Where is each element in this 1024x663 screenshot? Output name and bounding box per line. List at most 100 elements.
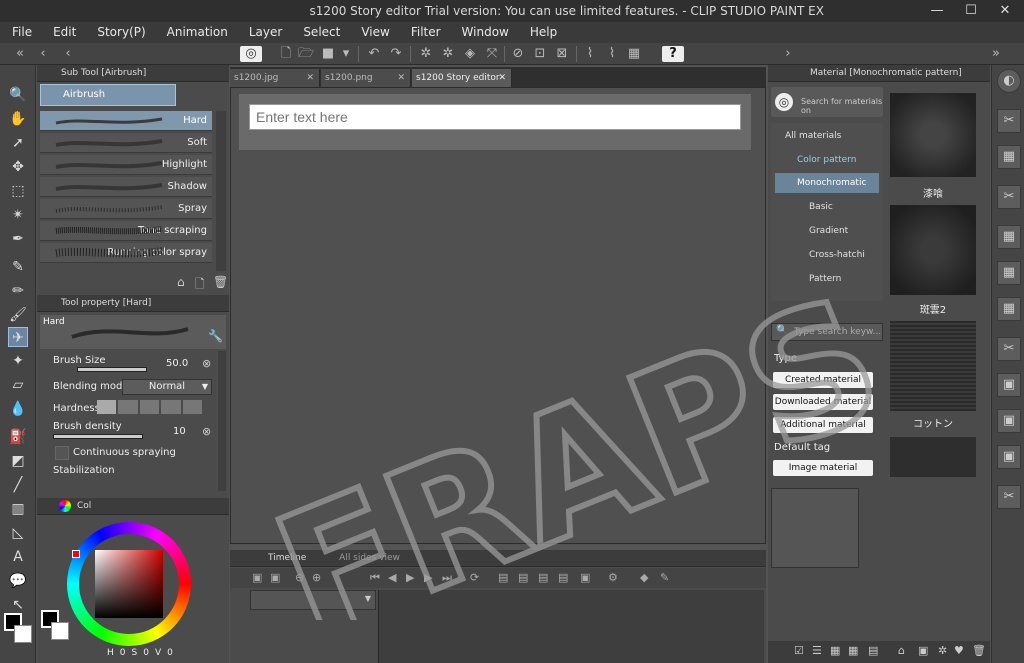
loop-icon[interactable]: ⟳ bbox=[470, 571, 479, 584]
frame-border-icon[interactable]: ▥ bbox=[8, 499, 28, 519]
material-3d-icon[interactable]: ▣ bbox=[997, 445, 1021, 469]
correct-line-icon[interactable]: ↖ bbox=[8, 595, 28, 615]
hardness-preset[interactable] bbox=[139, 400, 160, 414]
onion-skin-icon[interactable]: ▤ bbox=[538, 571, 548, 584]
material-color-icon[interactable]: ▦ bbox=[997, 225, 1021, 249]
help-icon[interactable]: ? bbox=[662, 46, 684, 62]
material-brush-icon[interactable]: ✂ bbox=[997, 337, 1021, 361]
brush-hard[interactable]: Hard bbox=[40, 111, 212, 131]
tab-s1200-jpg[interactable]: s1200.jpg ✕ bbox=[230, 69, 320, 87]
tree-basic[interactable]: Basic bbox=[809, 202, 833, 212]
brush-running-color-spray[interactable]: Running color spray bbox=[40, 243, 212, 263]
key-edit-icon[interactable]: ✎ bbox=[660, 571, 669, 584]
menu-edit[interactable]: Edit bbox=[41, 22, 85, 43]
maximize-button[interactable]: ☐ bbox=[954, 0, 988, 22]
tree-all-materials[interactable]: All materials bbox=[785, 131, 841, 141]
new-animation-cel-icon[interactable]: ▤ bbox=[498, 571, 508, 584]
favorite-icon[interactable]: ♥ bbox=[954, 644, 964, 657]
menu-animation[interactable]: Animation bbox=[155, 22, 237, 43]
hardness-preset[interactable] bbox=[182, 400, 203, 414]
airbrush-tool-icon[interactable]: ✈ bbox=[8, 327, 28, 347]
operation-tool-icon[interactable]: ➚ bbox=[8, 133, 28, 153]
continuous-spraying-checkbox[interactable] bbox=[55, 446, 69, 460]
fill-tool-icon[interactable]: ⛽ bbox=[8, 427, 28, 447]
auto-select-icon[interactable]: ✴ bbox=[8, 205, 28, 225]
invert-selection-icon[interactable]: ⊠ bbox=[554, 46, 570, 62]
selection-tool-icon[interactable]: ⬚ bbox=[8, 181, 28, 201]
timeline-tab[interactable]: Timeline bbox=[268, 553, 306, 563]
panel-left2-icon[interactable]: ‹ bbox=[60, 46, 76, 62]
transform-icon[interactable]: ⤧ bbox=[484, 46, 500, 62]
balloon-tool-icon[interactable]: 💬 bbox=[8, 571, 28, 591]
menu-select[interactable]: Select bbox=[291, 22, 349, 43]
delete-subtool-icon[interactable]: 🗑 bbox=[213, 275, 228, 289]
pen-tool-icon[interactable]: ✎ bbox=[8, 257, 28, 277]
brush-size-value[interactable]: 50.0 bbox=[166, 358, 188, 369]
blending-mode-select[interactable]: Normal ▼ bbox=[122, 379, 212, 395]
gradient-tool-icon[interactable]: ◩ bbox=[8, 451, 28, 471]
material-thumbnail[interactable] bbox=[890, 321, 976, 411]
duplicate-subtool-icon[interactable]: ⌂ bbox=[177, 275, 185, 289]
timeline-track-select[interactable]: ▼ bbox=[250, 590, 376, 610]
pressure-icon[interactable]: ⊗ bbox=[202, 425, 211, 438]
tool-property-scrollbar[interactable] bbox=[218, 351, 226, 491]
key-icon[interactable]: ◆ bbox=[640, 571, 648, 584]
color-square[interactable] bbox=[95, 550, 163, 618]
material-search-bar[interactable]: ◎ Search for materials on bbox=[771, 87, 883, 117]
large-grid-icon[interactable]: ▦ bbox=[848, 644, 858, 657]
close-tab-icon[interactable]: ✕ bbox=[306, 69, 314, 87]
material-icon[interactable]: ✂ bbox=[997, 109, 1021, 133]
minimize-button[interactable]: — bbox=[920, 0, 954, 22]
decoration-tool-icon[interactable]: ✦ bbox=[8, 351, 28, 371]
panel-right-icon[interactable]: › bbox=[780, 46, 796, 62]
material-thumbnail[interactable] bbox=[890, 93, 976, 177]
brush-spray[interactable]: Spray bbox=[40, 199, 212, 219]
menu-window[interactable]: Window bbox=[450, 22, 518, 43]
brush-tone-scraping[interactable]: Tone scraping bbox=[40, 221, 212, 241]
panel-left-icon[interactable]: ‹ bbox=[35, 46, 51, 62]
graph-icon[interactable]: ⚙ bbox=[608, 571, 618, 584]
tree-gradient[interactable]: Gradient bbox=[809, 226, 848, 236]
grid-view-icon[interactable]: ▦ bbox=[830, 644, 840, 657]
material-image-icon[interactable]: ▦ bbox=[997, 145, 1021, 169]
clear-icon[interactable]: ✲ bbox=[418, 46, 434, 62]
sub-color-swatch[interactable] bbox=[14, 625, 32, 643]
material-pose-icon[interactable]: ✂ bbox=[997, 485, 1021, 509]
tab-s1200-png[interactable]: s1200.png ✕ bbox=[321, 69, 411, 87]
menu-file[interactable]: File bbox=[0, 22, 41, 43]
tree-pattern[interactable]: Pattern bbox=[809, 274, 841, 284]
brush-highlight[interactable]: Highlight bbox=[40, 155, 212, 175]
paste-material-icon[interactable]: ⌂ bbox=[898, 644, 905, 657]
undo-icon[interactable]: ↶ bbox=[366, 46, 382, 62]
clip-studio-icon[interactable]: ◎ bbox=[775, 93, 793, 111]
clip-studio-icon[interactable]: ◎ bbox=[240, 46, 262, 62]
crop-icon[interactable]: ⊡ bbox=[532, 46, 548, 62]
tab-story-editor[interactable]: s1200 Story editor ✕ bbox=[412, 69, 512, 87]
material-thumbnail[interactable] bbox=[890, 437, 976, 477]
material-balloon-icon[interactable]: ▣ bbox=[997, 409, 1021, 433]
pencil-tool-icon[interactable]: ✏ bbox=[8, 281, 28, 301]
pressure-icon[interactable]: ⊗ bbox=[202, 357, 211, 370]
hardness-preset[interactable] bbox=[97, 400, 117, 414]
move-layer-icon[interactable]: ✥ bbox=[8, 157, 28, 177]
material-mono-icon[interactable]: ✂ bbox=[997, 185, 1021, 209]
subtool-group-tab[interactable]: Airbrush bbox=[40, 84, 176, 106]
camera-icon[interactable]: ▣ bbox=[580, 571, 590, 584]
navigator-icon[interactable]: ◐ bbox=[997, 69, 1021, 93]
hardness-presets[interactable] bbox=[97, 400, 203, 414]
hardness-preset[interactable] bbox=[118, 400, 138, 414]
brush-density-slider[interactable] bbox=[53, 434, 143, 439]
menu-help[interactable]: Help bbox=[518, 22, 566, 43]
keyframe-icon[interactable]: ▤ bbox=[558, 571, 568, 584]
settings-icon[interactable]: ✲ bbox=[938, 644, 947, 657]
menu-view[interactable]: View bbox=[349, 22, 398, 43]
redo-icon[interactable]: ↷ bbox=[388, 46, 404, 62]
save-dropdown-icon[interactable]: ▾ bbox=[338, 46, 354, 62]
brush-shadow[interactable]: Shadow bbox=[40, 177, 212, 197]
clear-outside-icon[interactable]: ✲ bbox=[440, 46, 456, 62]
menu-filter[interactable]: Filter bbox=[399, 22, 450, 43]
color-wheel[interactable] bbox=[67, 522, 191, 646]
snap-ruler-icon[interactable]: ⌇ bbox=[582, 46, 598, 62]
wrench-icon[interactable]: 🔧 bbox=[208, 329, 223, 343]
deselect-icon[interactable]: ⊘ bbox=[510, 46, 526, 62]
